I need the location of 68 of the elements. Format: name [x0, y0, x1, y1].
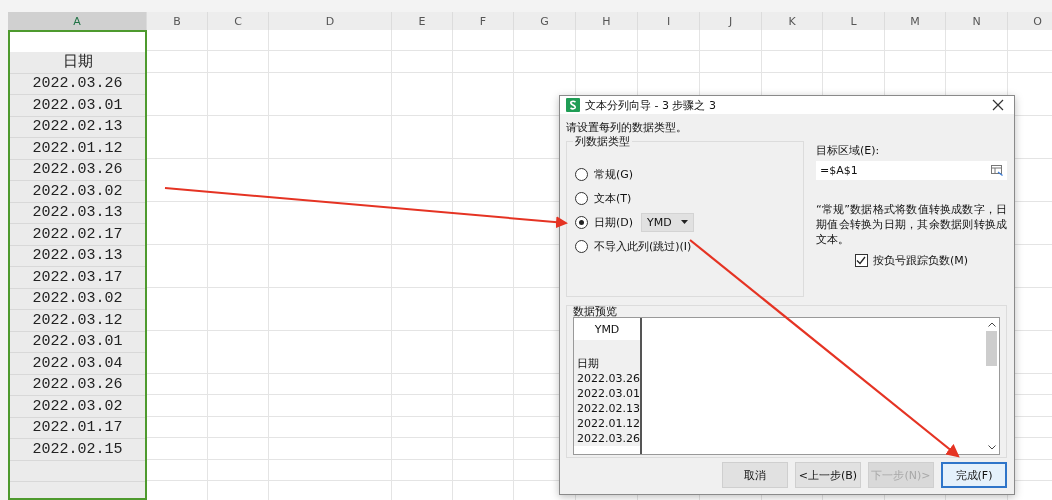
column-header[interactable]: F	[453, 12, 514, 30]
radio-label[interactable]: 文本(T)	[594, 190, 632, 206]
scroll-down-icon[interactable]	[987, 445, 996, 450]
target-field[interactable]: =$A$1	[816, 161, 1007, 180]
table-cell: 2022.03.13	[32, 247, 123, 265]
table-cell: 2022.01.12	[32, 139, 123, 157]
radio-button[interactable]	[575, 239, 588, 253]
radio-label[interactable]: 不导入此列(跳过)(I)	[594, 238, 692, 254]
note-text: “常规”数据格式将数值转换成数字，日期值会转换为日期，其余数据则转换成文本。	[816, 202, 1007, 247]
dialog-button[interactable]: 取消	[722, 462, 788, 488]
preview-label: 数据预览	[573, 304, 617, 319]
radio-button[interactable]	[575, 215, 588, 229]
table-cell: 2022.03.01	[32, 96, 123, 114]
column-header[interactable]: N	[946, 12, 1008, 30]
column-header[interactable]: C	[208, 12, 269, 30]
table-cell: 2022.03.26	[32, 161, 123, 179]
table-cell: 2022.03.26	[32, 75, 123, 93]
column-header[interactable]: O	[1008, 12, 1052, 30]
table-cell: 2022.02.17	[32, 225, 123, 243]
column-header[interactable]: L	[823, 12, 885, 30]
dialog-title: 文本分列向导 - 3 步骤之 3	[585, 97, 717, 113]
table-cell: 2022.02.13	[32, 118, 123, 136]
column-header[interactable]: M	[885, 12, 946, 30]
preview-cell: 日期	[574, 356, 640, 371]
table-cell: 2022.03.17	[32, 268, 123, 286]
target-label: 目标区域(E):	[816, 143, 881, 158]
column-header[interactable]: K	[762, 12, 823, 30]
scroll-thumb[interactable]	[986, 331, 997, 366]
radio-label[interactable]: 常规(G)	[594, 166, 634, 182]
radio-label[interactable]: 日期(D)	[594, 214, 634, 230]
group-label: 列数据类型	[573, 134, 632, 149]
table-cell: 2022.03.26	[32, 376, 123, 394]
preview-cell: 2022.03.26	[574, 371, 640, 386]
column-header[interactable]: D	[269, 12, 392, 30]
caret-icon	[680, 220, 688, 224]
column-header[interactable]: H	[576, 12, 638, 30]
column-header[interactable]: E	[392, 12, 453, 30]
table-cell: 2022.02.15	[32, 440, 123, 458]
checkbox[interactable]	[854, 254, 868, 267]
table-cell: 2022.03.02	[32, 182, 123, 200]
table-cell: 2022.03.12	[32, 311, 123, 329]
preview-cell: 2022.03.01	[574, 386, 640, 401]
radio-button[interactable]	[575, 167, 588, 181]
table-cell: 2022.03.01	[32, 333, 123, 351]
table-cell: 日期	[62, 53, 93, 71]
table-cell: 2022.01.17	[32, 419, 123, 437]
format-dropdown[interactable]: YMD	[641, 212, 694, 232]
table-cell: 2022.03.02	[32, 397, 123, 415]
preview-cell: 2022.01.12	[574, 416, 640, 431]
column-header[interactable]: J	[700, 12, 762, 30]
instruction-text: 请设置每列的数据类型。	[566, 120, 688, 135]
table-cell: 2022.03.02	[32, 290, 123, 308]
column-header[interactable]: G	[514, 12, 576, 30]
preview-cell: 2022.03.26	[574, 431, 640, 446]
dialog-button[interactable]: 完成(F)	[941, 462, 1007, 488]
column-header[interactable]: B	[147, 12, 208, 30]
column-header[interactable]: I	[638, 12, 700, 30]
preview-cell: 2022.02.13	[574, 401, 640, 416]
empty-cell	[574, 340, 640, 356]
checkbox-label[interactable]: 按负号跟踪负数(M)	[872, 253, 969, 268]
column-header[interactable]: A	[8, 12, 147, 30]
dialog-button[interactable]: <上一步(B)	[795, 462, 861, 488]
table-cell: 2022.03.13	[32, 204, 123, 222]
scroll-up-icon[interactable]	[987, 322, 996, 327]
range-picker-icon[interactable]	[991, 165, 1003, 176]
radio-button[interactable]	[575, 191, 588, 205]
close-icon[interactable]	[992, 99, 1004, 111]
table-cell: 2022.03.04	[32, 354, 123, 372]
